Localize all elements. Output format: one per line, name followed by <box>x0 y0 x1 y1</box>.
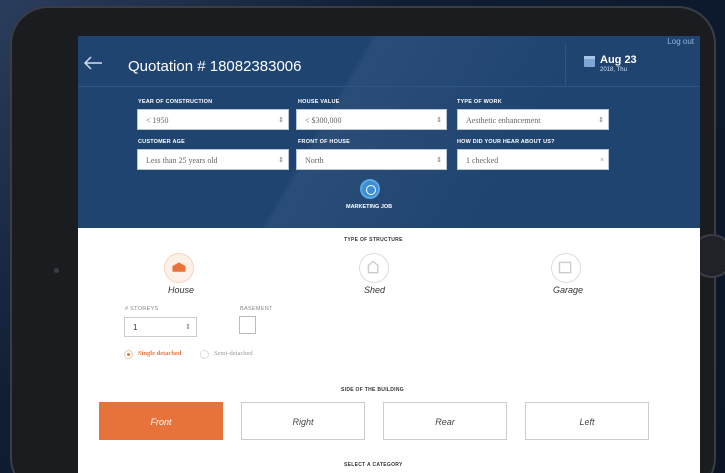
garage-label: Garage <box>553 285 584 295</box>
work-type-label: TYPE OF WORK <box>457 99 502 105</box>
side-rear-button[interactable]: Rear <box>383 402 507 440</box>
date-sub: 2018, Thu <box>600 67 627 73</box>
shed-icon <box>367 260 379 274</box>
category-section-title: SELECT A CATEGORY <box>344 462 403 468</box>
semi-detached-radio[interactable] <box>200 350 209 359</box>
header-panel: Log out Quotation # 18082383006 Aug 23 2… <box>78 36 700 228</box>
work-type-select[interactable]: Aesthetic enhancement ⇕ <box>457 109 609 130</box>
calendar-icon <box>584 56 595 67</box>
house-icon <box>172 262 186 272</box>
single-detached-label: Single detached <box>138 350 182 357</box>
marketing-job-icon[interactable] <box>360 179 380 199</box>
storeys-select[interactable]: 1 ⇕ <box>124 317 197 337</box>
customer-age-select[interactable]: Less than 25 years old ⇕ <box>137 149 289 170</box>
side-front-button[interactable]: Front <box>99 402 223 440</box>
house-value-select[interactable]: < $300,000 ⇕ <box>296 109 447 130</box>
garage-option[interactable] <box>551 253 581 283</box>
house-option[interactable] <box>164 253 194 283</box>
side-right-button[interactable]: Right <box>241 402 365 440</box>
year-label: YEAR OF CONSTRUCTION <box>138 99 213 105</box>
side-section-title: SIDE OF THE BUILDING <box>341 387 404 393</box>
garage-icon <box>558 261 572 274</box>
hear-select[interactable]: 1 checked × <box>457 149 609 170</box>
semi-detached-label: Semi-detached <box>214 350 253 357</box>
basement-checkbox[interactable] <box>239 316 256 334</box>
quotation-title: Quotation # 18082383006 <box>128 58 302 75</box>
year-select[interactable]: < 1950 ⇕ <box>137 109 289 130</box>
basement-label: BASEMENT <box>240 306 273 312</box>
house-value-label: HOUSE VALUE <box>298 99 340 105</box>
date-display[interactable]: Aug 23 2018, Thu <box>565 44 700 86</box>
shed-label: Shed <box>364 285 386 295</box>
date-main: Aug 23 <box>600 54 637 66</box>
single-detached-radio[interactable] <box>124 350 133 359</box>
structure-section-title: TYPE OF STRUCTURE <box>344 237 403 243</box>
hear-label: HOW DID YOUR HEAR ABOUT US? <box>457 139 555 145</box>
storeys-label: # STOREYS <box>125 306 159 312</box>
camera-dot <box>54 268 59 273</box>
app-screen: Log out Quotation # 18082383006 Aug 23 2… <box>78 36 700 473</box>
side-left-button[interactable]: Left <box>525 402 649 440</box>
marketing-job-label: MARKETING JOB <box>346 204 393 210</box>
front-select[interactable]: North ⇕ <box>296 149 447 170</box>
back-arrow-icon[interactable] <box>82 54 104 72</box>
customer-age-label: CUSTOMER AGE <box>138 139 186 145</box>
house-label: House <box>168 285 195 295</box>
shed-option[interactable] <box>359 253 389 283</box>
front-label: FRONT OF HOUSE <box>298 139 350 145</box>
